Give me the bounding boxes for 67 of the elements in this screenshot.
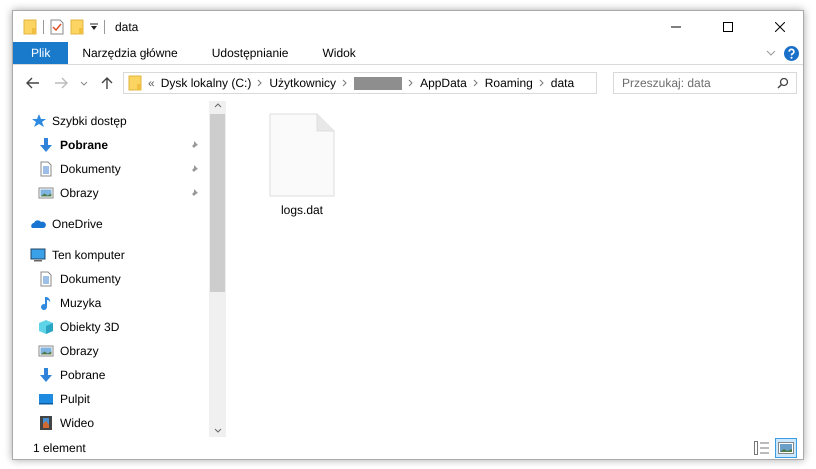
- breadcrumb-item[interactable]: AppData: [420, 76, 467, 90]
- breadcrumb-item[interactable]: data: [550, 76, 574, 90]
- folder-icon: [128, 75, 142, 91]
- sidebar-item[interactable]: Pobrane: [60, 138, 183, 152]
- cube-icon: [38, 319, 54, 335]
- folder-icon: [70, 18, 84, 34]
- breadcrumb-item[interactable]: Roaming: [484, 76, 533, 90]
- expand-icon[interactable]: [766, 50, 776, 56]
- image-icon: [778, 442, 794, 454]
- sidebar-item[interactable]: Obrazy: [60, 344, 199, 358]
- forward-arrow-icon: [54, 77, 68, 89]
- breadcrumb-item[interactable]: Użytkownicy: [269, 76, 336, 90]
- chevron-icon: [257, 79, 264, 87]
- sidebar-item[interactable]: Pulpit: [60, 392, 199, 406]
- film-icon: [38, 415, 54, 431]
- document-icon: [38, 271, 54, 287]
- sidebar-item[interactable]: Obiekty 3D: [60, 320, 199, 334]
- file-tab[interactable]: Plik: [13, 42, 68, 64]
- file-item[interactable]: logs.dat: [264, 113, 340, 217]
- sidebar-item[interactable]: OneDrive: [52, 217, 199, 231]
- chevron-icon: [538, 79, 545, 87]
- help-icon[interactable]: [784, 46, 799, 60]
- address-bar[interactable]: « Dysk lokalny (C:) Użytkownicy AppData Roaming data: [123, 72, 597, 94]
- down-arrow-icon: [38, 137, 54, 153]
- ribbon-tab[interactable]: Widok: [308, 42, 370, 64]
- up-arrow-icon: [101, 76, 113, 90]
- star-icon: [30, 113, 46, 129]
- item-count: 1 element: [33, 441, 87, 455]
- image-icon: [38, 185, 54, 201]
- maximize-icon: [723, 22, 733, 32]
- overflow-button[interactable]: «: [148, 76, 155, 90]
- monitor-icon: [30, 247, 46, 263]
- search-icon: [777, 77, 789, 89]
- sidebar-item[interactable]: Dokumenty: [60, 272, 199, 286]
- chevron-icon: [408, 79, 414, 87]
- folder-icon: [23, 18, 37, 34]
- chevron-down-icon: [80, 80, 88, 86]
- close-icon: [775, 22, 785, 32]
- ribbon-tab[interactable]: Narzędzia główne: [68, 42, 192, 64]
- dropdown-icon[interactable]: [90, 22, 98, 30]
- redacted-block: [354, 76, 402, 90]
- scroll-down-icon[interactable]: [214, 428, 222, 433]
- ribbon-tab[interactable]: Udostępnianie: [198, 42, 302, 64]
- search-field[interactable]: Przeszukaj: data: [613, 72, 797, 94]
- document-icon: [38, 161, 54, 177]
- window-title: data: [115, 20, 140, 34]
- image-icon: [38, 343, 54, 359]
- sidebar-item[interactable]: Dokumenty: [60, 162, 183, 176]
- sidebar-item[interactable]: Pobrane: [60, 368, 199, 382]
- down-arrow-icon: [38, 367, 54, 383]
- chevron-icon: [472, 79, 479, 87]
- large-icons-view-button[interactable]: [775, 438, 797, 458]
- desktop-icon: [38, 391, 54, 407]
- breadcrumb-item[interactable]: Dysk lokalny (C:): [160, 76, 252, 90]
- file-icon: [269, 113, 335, 197]
- back-arrow-icon: [26, 77, 40, 89]
- sidebar-item[interactable]: Obrazy: [60, 186, 183, 200]
- list-icon: [754, 441, 770, 455]
- sidebar-item[interactable]: Ten komputer: [52, 248, 199, 262]
- sidebar-item[interactable]: Muzyka: [60, 296, 199, 310]
- scrollbar[interactable]: [209, 101, 226, 437]
- sidebar-item[interactable]: Wideo: [60, 416, 199, 430]
- file-name: logs.dat: [280, 203, 324, 217]
- sidebar-item[interactable]: Szybki dostęp: [52, 114, 199, 128]
- chevron-icon: [342, 79, 348, 87]
- checklist-icon[interactable]: [50, 18, 64, 34]
- scroll-up-icon[interactable]: [214, 103, 222, 108]
